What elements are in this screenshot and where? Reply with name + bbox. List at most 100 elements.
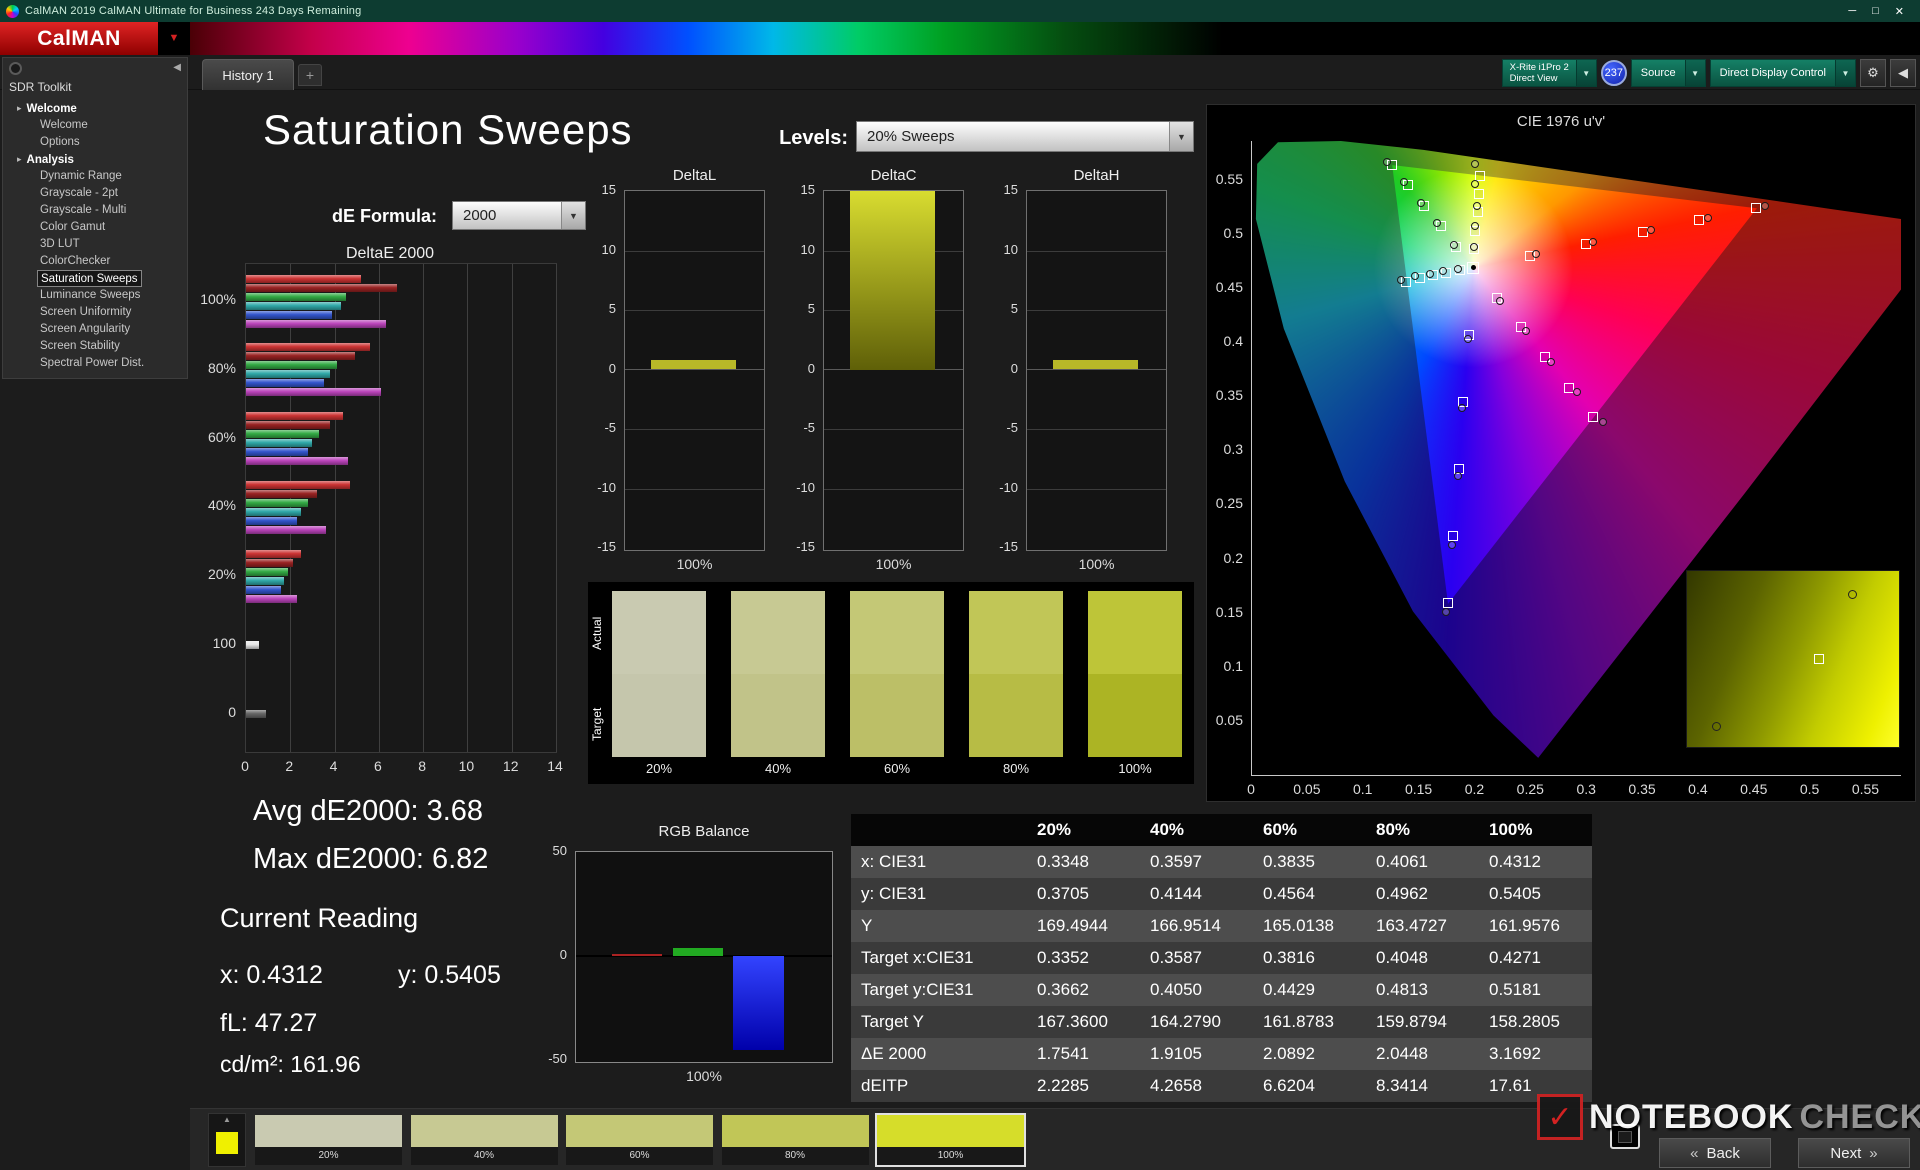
rgb-category-label: 100%: [575, 1068, 833, 1084]
levels-dropdown[interactable]: 20% Sweeps ▼: [856, 121, 1194, 152]
table-cell: 167.3600: [1027, 1006, 1140, 1038]
sidebar-item-3d-lut[interactable]: 3D LUT: [37, 236, 83, 253]
sidebar-collapse-icon[interactable]: ◀: [173, 62, 181, 73]
span: Direct View: [1510, 73, 1569, 84]
eject-icon: ▲: [223, 1114, 231, 1125]
table-cell: 0.3816: [1253, 942, 1366, 974]
close-icon[interactable]: ✕: [1895, 5, 1904, 18]
y-tick-label: 0.5: [1224, 225, 1243, 241]
level-tile-20%[interactable]: 20%: [255, 1115, 402, 1165]
sidebar-item-colorchecker[interactable]: ColorChecker: [37, 253, 113, 270]
sidebar-item-options[interactable]: Options: [37, 134, 83, 151]
sidebar-section-welcome[interactable]: ▸Welcome: [3, 100, 187, 117]
y-tick-label: -15: [988, 539, 1018, 554]
x-tick-label: 0.4: [1683, 781, 1713, 797]
table-row-label: Target x:CIE31: [851, 942, 1027, 974]
x-tick-label: 0.35: [1627, 781, 1657, 797]
bar: [246, 508, 301, 516]
cie-target-marker: [1474, 189, 1484, 199]
gridline: [1027, 251, 1166, 252]
meter-dropdown[interactable]: X-Rite i1Pro 2Direct View ▼: [1502, 59, 1597, 87]
bar: [246, 284, 397, 292]
display-control-dropdown[interactable]: Direct Display Control ▼: [1710, 59, 1856, 87]
bar: [651, 360, 736, 370]
cie-measured-marker: [1448, 541, 1456, 549]
table-row-label: x: CIE31: [851, 846, 1027, 878]
calman-logo[interactable]: CalMAN: [0, 22, 158, 55]
tile-swatch: [722, 1115, 869, 1147]
level-tile-60%[interactable]: 60%: [566, 1115, 713, 1165]
next-chevrons-icon: »: [1869, 1145, 1877, 1162]
cie-y-axis: 0.550.50.450.40.350.30.250.20.150.10.05: [1207, 141, 1247, 776]
minimize-icon[interactable]: ─: [1848, 5, 1856, 18]
tab-history-1[interactable]: History 1: [202, 59, 294, 90]
actual-label: Actual: [590, 594, 606, 672]
sidebar-section-analysis[interactable]: ▸Analysis: [3, 151, 187, 168]
y-tick-label: 0: [785, 361, 815, 376]
table-cell: 0.3348: [1027, 846, 1140, 878]
table-header-cell: 20%: [1027, 814, 1140, 846]
cie-measured-marker: [1704, 214, 1712, 222]
cie-target-marker: [1448, 531, 1458, 541]
calman-window: CalMAN 2019 CalMAN Ultimate for Business…: [0, 0, 1920, 1170]
sidebar-item-saturation-sweeps[interactable]: Saturation Sweeps: [37, 270, 142, 287]
chevron-down-icon[interactable]: ▼: [561, 202, 585, 229]
sidebar-item-spectral-power-dist[interactable]: Spectral Power Dist.: [37, 355, 147, 372]
y-tick-label: 10: [586, 242, 616, 257]
chevron-down-icon[interactable]: ▼: [1169, 122, 1193, 151]
inset-circle-marker: [1848, 590, 1857, 599]
gridline: [625, 489, 764, 490]
deltal-bar-chart: [624, 190, 765, 551]
back-button[interactable]: « Back: [1659, 1138, 1771, 1168]
next-button[interactable]: Next »: [1798, 1138, 1910, 1168]
sidebar-item-luminance-sweeps[interactable]: Luminance Sweeps: [37, 287, 143, 304]
session-menu-button[interactable]: [9, 62, 22, 75]
bar: [246, 388, 381, 396]
y-tick-label: -50: [537, 1051, 567, 1066]
bar: [246, 421, 330, 429]
bar: [246, 379, 324, 387]
sidebar-item-screen-angularity[interactable]: Screen Angularity: [37, 321, 133, 338]
panel-collapse-icon[interactable]: ◀: [1890, 59, 1916, 87]
gridline: [423, 264, 424, 752]
cie-measured-marker: [1647, 226, 1655, 234]
sidebar-item-welcome[interactable]: Welcome: [37, 117, 91, 134]
sidebar-item-screen-stability[interactable]: Screen Stability: [37, 338, 123, 355]
sidebar-item-grayscale-2pt[interactable]: Grayscale - 2pt: [37, 185, 121, 202]
logo-menu-arrow-icon[interactable]: ▼: [162, 32, 186, 46]
table-cell: 166.9514: [1140, 910, 1253, 942]
current-fl-value: fL: 47.27: [220, 1009, 317, 1038]
y-tick-label: 60%: [182, 429, 236, 445]
inset-square-marker: [1814, 654, 1824, 664]
cie-measured-marker: [1417, 199, 1425, 207]
sidebar-item-screen-uniformity[interactable]: Screen Uniformity: [37, 304, 134, 321]
y-tick-label: -10: [785, 480, 815, 495]
sidebar-item-grayscale-multi[interactable]: Grayscale - Multi: [37, 202, 129, 219]
cie-measured-marker: [1454, 472, 1462, 480]
cie-whitepoint-marker: [1467, 262, 1479, 274]
chevron-down-icon[interactable]: ▼: [1576, 60, 1596, 86]
tile-label: 20%: [255, 1147, 402, 1165]
sidebar-tree: ▸WelcomeWelcomeOptions▸AnalysisDynamic R…: [3, 100, 187, 372]
bar: [246, 361, 337, 369]
tile-label: 60%: [566, 1147, 713, 1165]
patch-window-preview[interactable]: ▲: [208, 1113, 246, 1167]
cie-target-marker: [1443, 598, 1453, 608]
source-dropdown[interactable]: Source ▼: [1631, 59, 1706, 87]
y-tick-label: 80%: [182, 360, 236, 376]
sidebar-item-color-gamut[interactable]: Color Gamut: [37, 219, 108, 236]
level-tile-40%[interactable]: 40%: [411, 1115, 558, 1165]
level-tile-100%[interactable]: 100%: [877, 1115, 1024, 1165]
sidebar-item-dynamic-range[interactable]: Dynamic Range: [37, 168, 125, 185]
chevron-down-icon[interactable]: ▼: [1835, 60, 1855, 86]
de-formula-dropdown[interactable]: 2000 ▼: [452, 201, 586, 230]
maximize-icon[interactable]: □: [1872, 5, 1879, 18]
add-tab-button[interactable]: +: [298, 64, 322, 86]
table-row-label: Target Y: [851, 1006, 1027, 1038]
chevron-down-icon[interactable]: ▼: [1685, 60, 1705, 86]
x-tick-label: 10: [456, 758, 476, 774]
settings-gear-icon[interactable]: ⚙: [1860, 59, 1886, 87]
bar: [246, 320, 386, 328]
lbl: Direct Display Control: [1711, 67, 1835, 79]
level-tile-80%[interactable]: 80%: [722, 1115, 869, 1165]
